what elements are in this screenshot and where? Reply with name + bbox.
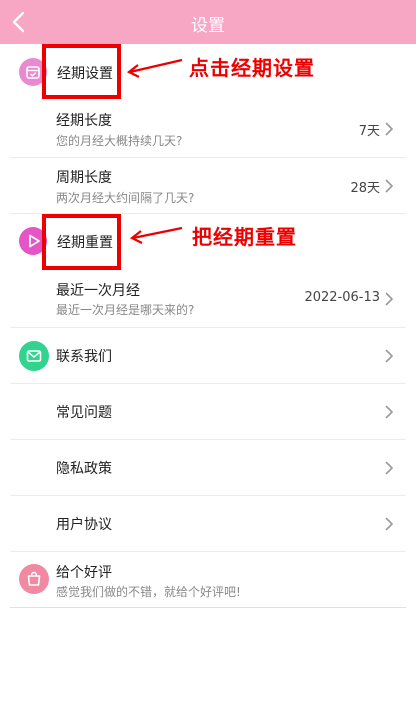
row-subtitle: 您的月经大概持续几天?: [56, 134, 183, 148]
page-title: 设置: [191, 16, 225, 36]
chevron-right-icon: [385, 349, 394, 363]
mail-icon: [19, 341, 49, 371]
rate-us-row[interactable]: 给个好评 感觉我们做的不错，就给个好评吧!: [10, 552, 406, 608]
menu-item-contact-us[interactable]: 联系我们: [10, 328, 406, 384]
chevron-right-icon: [385, 122, 394, 136]
cycle-length-row[interactable]: 周期长度 两次月经大约间隔了几天? 28天: [10, 158, 406, 214]
arrow-left-icon: [129, 226, 183, 244]
menu-item-user-agreement[interactable]: 用户协议: [10, 496, 406, 552]
period-length-row[interactable]: 经期长度 您的月经大概持续几天? 7天: [10, 102, 406, 158]
rate-us-subtitle: 感觉我们做的不错，就给个好评吧!: [56, 585, 241, 599]
cycle-length-value: 28天: [350, 181, 380, 196]
highlight-box-period-settings: [42, 44, 121, 99]
last-period-date-value: 2022-06-13: [304, 290, 380, 305]
row-subtitle: 最近一次月经是哪天来的?: [56, 303, 195, 317]
arrow-left-icon: [126, 58, 183, 78]
period-length-value: 7天: [358, 124, 380, 139]
chevron-right-icon: [385, 461, 394, 475]
menu-label: 隐私政策: [56, 461, 112, 477]
row-subtitle: 两次月经大约间隔了几天?: [56, 191, 195, 205]
row-title: 最近一次月经: [56, 283, 140, 299]
annotation-reset-period: 把经期重置: [192, 225, 297, 249]
menu-label: 常见问题: [56, 405, 112, 421]
annotation-click-period: 点击经期设置: [189, 56, 315, 80]
menu-item-faq[interactable]: 常见问题: [10, 384, 406, 440]
menu-item-privacy-policy[interactable]: 隐私政策: [10, 440, 406, 496]
row-title: 周期长度: [56, 170, 112, 186]
menu-label: 用户协议: [56, 517, 112, 533]
chevron-right-icon: [385, 517, 394, 531]
shopping-bag-icon: [19, 564, 49, 594]
rate-us-title: 给个好评: [56, 565, 112, 581]
chevron-right-icon: [385, 292, 394, 306]
chevron-right-icon: [385, 179, 394, 193]
last-period-row[interactable]: 最近一次月经 最近一次月经是哪天来的? 2022-06-13: [10, 272, 406, 328]
highlight-box-period-reset: [42, 214, 121, 270]
row-title: 经期长度: [56, 113, 112, 129]
menu-label: 联系我们: [56, 349, 112, 365]
top-bar: 设置: [0, 0, 416, 44]
chevron-right-icon: [385, 405, 394, 419]
